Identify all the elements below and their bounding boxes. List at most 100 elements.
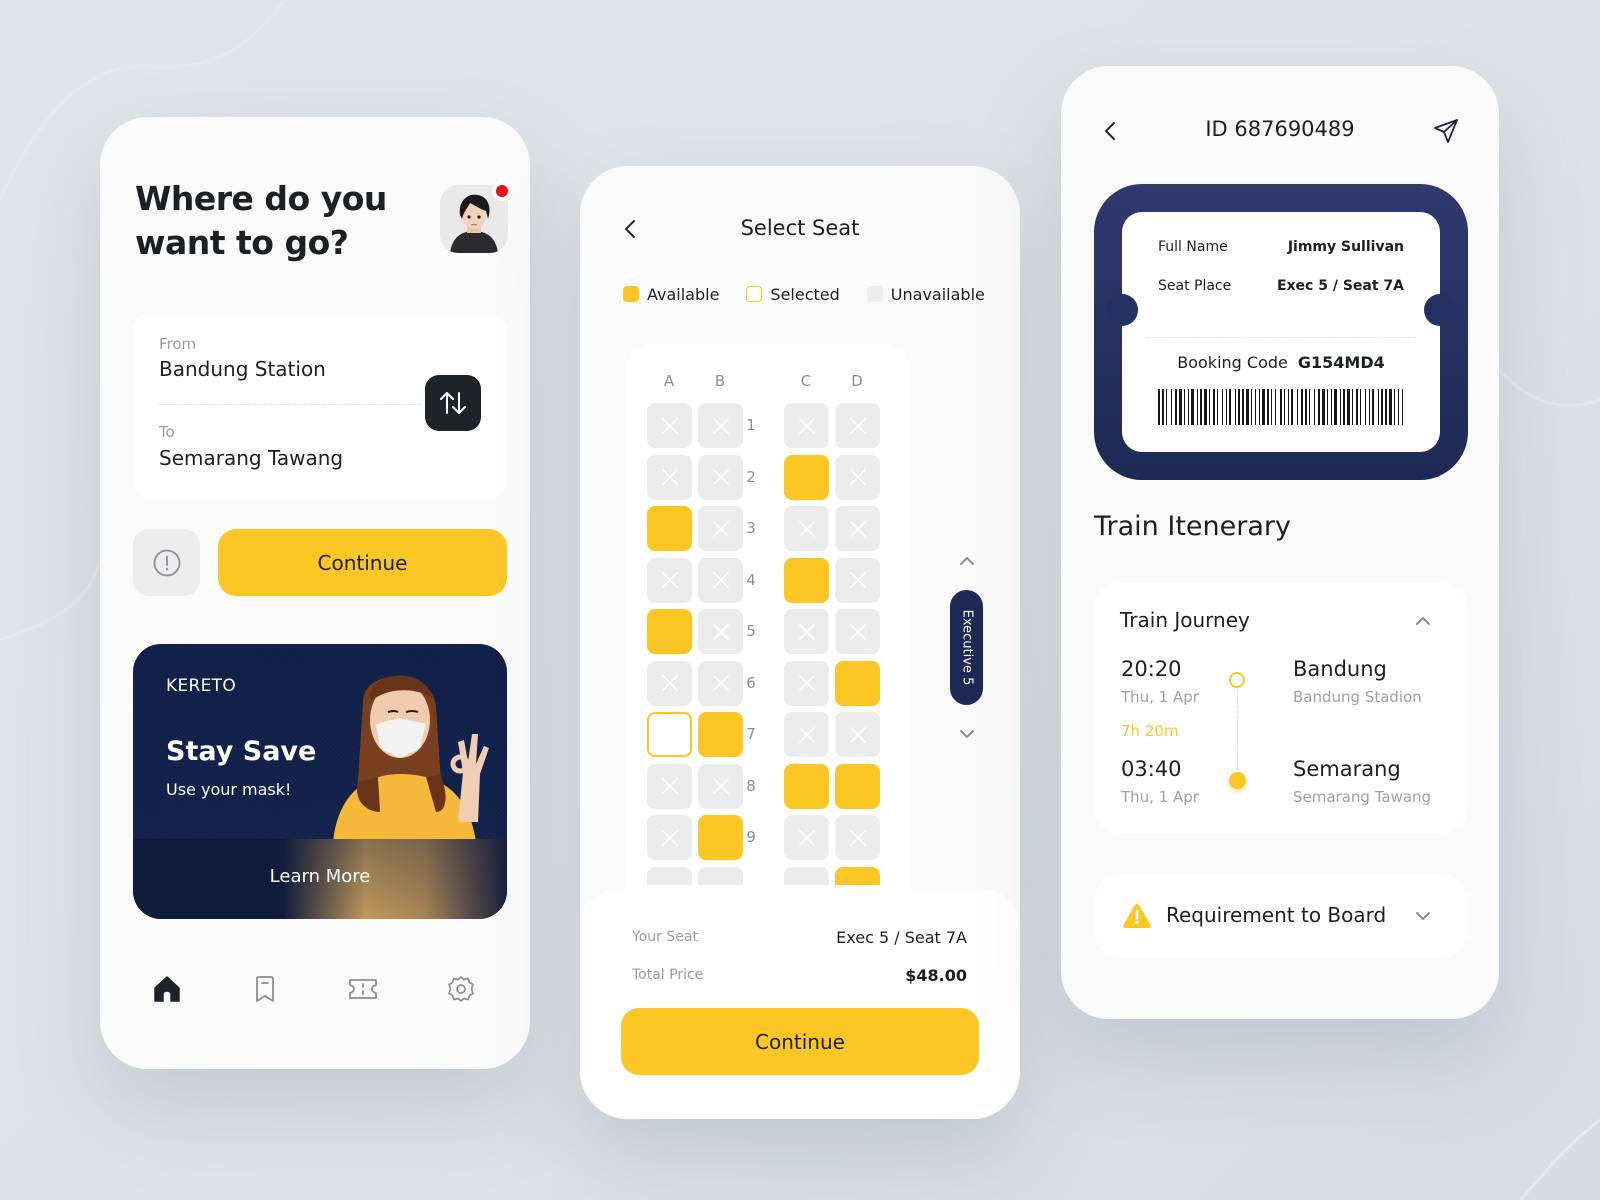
- barcode-bar: [1389, 389, 1392, 425]
- barcode-bar: [1255, 389, 1256, 425]
- barcode-bar: [1213, 389, 1215, 425]
- unavailable-x-icon: [849, 520, 866, 537]
- itinerary-title: Train Itenerary: [1094, 511, 1291, 542]
- promo-banner[interactable]: KERETO Stay Save Use your mask! Learn Mo…: [133, 644, 507, 919]
- learn-more-link[interactable]: Learn More: [133, 866, 507, 887]
- barcode-bar: [1318, 389, 1320, 425]
- collapse-journey-button[interactable]: [1412, 610, 1434, 632]
- to-field[interactable]: Semarang Tawang: [159, 446, 343, 470]
- barcode-bar: [1238, 389, 1240, 425]
- requirement-panel[interactable]: Requirement to Board: [1094, 874, 1468, 958]
- promo-subtitle: Use your mask!: [166, 780, 292, 799]
- unavailable-x-icon: [798, 417, 815, 434]
- depart-city: Bandung: [1293, 657, 1387, 681]
- unavailable-x-icon: [712, 675, 729, 691]
- gear-icon: [448, 976, 474, 1002]
- route-divider: [159, 404, 421, 405]
- barcode-bar: [1284, 389, 1285, 425]
- continue-button[interactable]: Continue: [621, 1008, 979, 1075]
- seat-9C: [784, 815, 829, 860]
- notification-badge: [492, 181, 512, 201]
- barcode-bar: [1275, 389, 1276, 425]
- barcode-bar: [1184, 389, 1185, 425]
- seat-5B: [698, 609, 743, 654]
- seat-9B[interactable]: [698, 815, 743, 860]
- seat-3C: [784, 506, 829, 551]
- seat-nextD[interactable]: [835, 866, 880, 885]
- car-indicator[interactable]: Executive 5: [950, 590, 983, 705]
- seat-6D[interactable]: [835, 660, 880, 706]
- next-car-button[interactable]: [956, 723, 978, 745]
- available-swatch: [623, 286, 639, 302]
- nav-saved[interactable]: [248, 972, 282, 1006]
- seat-6B: [698, 660, 743, 706]
- nav-home[interactable]: [150, 972, 184, 1006]
- arrival-marker: [1229, 772, 1246, 789]
- ticket-icon: [349, 979, 377, 999]
- depart-time: 20:20: [1121, 657, 1182, 681]
- bookmark-icon: [256, 976, 274, 1002]
- expand-requirement-button[interactable]: [1412, 905, 1434, 927]
- ticket-perforation: [1146, 337, 1416, 338]
- nav-tickets[interactable]: [346, 972, 380, 1006]
- seat-7B[interactable]: [698, 712, 743, 757]
- unavailable-x-icon: [712, 469, 729, 485]
- seat-8C[interactable]: [784, 763, 829, 809]
- unavailable-x-icon: [798, 675, 815, 691]
- continue-button[interactable]: Continue: [218, 529, 507, 596]
- seat-4C[interactable]: [784, 557, 829, 603]
- unavailable-x-icon: [798, 623, 815, 640]
- nav-settings[interactable]: [444, 972, 478, 1006]
- barcode-bar: [1322, 389, 1325, 425]
- seat-8D[interactable]: [835, 763, 880, 809]
- page-title: Select Seat: [740, 216, 860, 240]
- seat-5A[interactable]: [647, 609, 692, 654]
- barcode-bar: [1378, 389, 1379, 425]
- from-field[interactable]: Bandung Station: [159, 357, 326, 381]
- seat-7A[interactable]: [647, 712, 692, 757]
- seat-summary: Your Seat Exec 5 / Seat 7A Total Price $…: [580, 891, 1020, 1119]
- seat-2B: [698, 454, 743, 500]
- barcode-bar: [1197, 389, 1198, 425]
- barcode-bar: [1171, 389, 1172, 425]
- share-button[interactable]: [1432, 117, 1460, 145]
- seat-1B: [698, 403, 743, 448]
- seat-2C[interactable]: [784, 454, 829, 500]
- barcode-bar: [1301, 389, 1303, 425]
- unavailable-x-icon: [661, 829, 678, 846]
- total-price-label: Total Price: [632, 967, 704, 983]
- swap-stations-button[interactable]: [425, 375, 481, 431]
- barcode-bar: [1246, 389, 1249, 425]
- barcode-bar: [1217, 389, 1218, 425]
- seat-7C: [784, 712, 829, 757]
- unavailable-x-icon: [661, 675, 678, 691]
- unavailable-x-icon: [712, 623, 729, 640]
- unavailable-x-icon: [798, 829, 815, 846]
- swap-arrows-icon: [440, 392, 466, 414]
- barcode-bar: [1356, 389, 1358, 425]
- unavailable-x-icon: [661, 469, 678, 485]
- unavailable-x-icon: [661, 778, 678, 794]
- unavailable-x-icon: [798, 520, 815, 537]
- seat-column-label: C: [800, 372, 812, 390]
- barcode-bar: [1360, 389, 1361, 425]
- your-seat-label: Your Seat: [632, 929, 698, 945]
- from-label: From: [159, 335, 197, 353]
- previous-car-button[interactable]: [956, 550, 978, 572]
- seat-3A[interactable]: [647, 506, 692, 551]
- barcode-bar: [1291, 389, 1293, 425]
- seat-1D: [835, 403, 880, 448]
- barcode-bar: [1200, 389, 1202, 425]
- barcode-bar: [1188, 389, 1189, 425]
- legend-label: Unavailable: [890, 284, 985, 304]
- barcode-bar: [1251, 389, 1252, 425]
- seat-column-label: D: [851, 372, 863, 390]
- info-button[interactable]: [133, 529, 200, 596]
- route-line: [1237, 690, 1238, 770]
- home-icon: [154, 976, 180, 1002]
- to-label: To: [159, 423, 175, 441]
- barcode-bar: [1259, 389, 1260, 425]
- barcode-bar: [1158, 389, 1160, 425]
- barcode-bar: [1365, 389, 1366, 425]
- seat-4B: [698, 557, 743, 603]
